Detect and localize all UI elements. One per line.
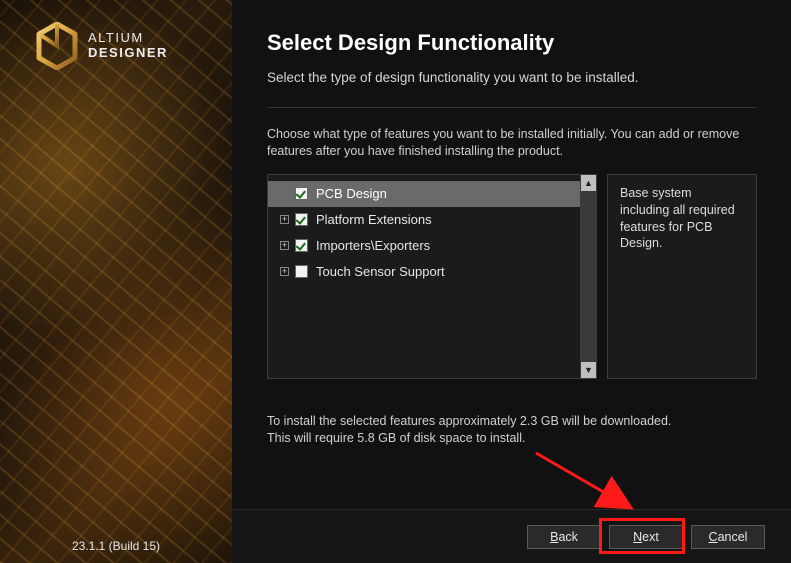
altium-logo-icon <box>36 22 78 70</box>
disk-size-text: This will require 5.8 GB of disk space t… <box>267 430 757 447</box>
feature-label: PCB Design <box>314 186 580 201</box>
version-label: 23.1.1 (Build 15) <box>0 539 232 553</box>
install-size-info: To install the selected features approxi… <box>267 413 757 447</box>
feature-area: PCB Design + Platform Extensions + Importers… <box>267 174 757 379</box>
page-subtitle: Select the type of design functionality … <box>267 70 757 85</box>
feature-row[interactable]: PCB Design <box>268 181 580 207</box>
content-area: Select Design Functionality Select the t… <box>233 0 791 509</box>
feature-label: Platform Extensions <box>314 212 580 227</box>
divider <box>267 107 757 108</box>
feature-description-text: Base system including all required featu… <box>620 186 735 251</box>
feature-checkbox[interactable] <box>295 265 308 278</box>
scroll-track[interactable] <box>581 191 596 362</box>
feature-tree[interactable]: PCB Design + Platform Extensions + Importers… <box>268 175 580 378</box>
feature-tree-scrollbar[interactable]: ▲ ▼ <box>580 175 596 378</box>
wizard-footer: Back Next Cancel <box>233 509 791 563</box>
expand-icon[interactable]: + <box>280 215 289 224</box>
feature-row[interactable]: + Importers\Exporters <box>268 233 580 259</box>
feature-tree-container: PCB Design + Platform Extensions + Importers… <box>267 174 597 379</box>
main-panel: Select Design Functionality Select the t… <box>233 0 791 563</box>
brand-text: ALTIUM DESIGNER <box>88 31 168 61</box>
download-size-text: To install the selected features approxi… <box>267 413 757 430</box>
back-button[interactable]: Back <box>527 525 601 549</box>
expand-icon[interactable]: + <box>280 267 289 276</box>
scroll-up-button[interactable]: ▲ <box>581 175 596 191</box>
page-title: Select Design Functionality <box>267 30 757 56</box>
feature-label: Touch Sensor Support <box>314 264 580 279</box>
expand-icon[interactable]: + <box>280 241 289 250</box>
brand-line1: ALTIUM <box>88 31 168 46</box>
feature-description-panel: Base system including all required featu… <box>607 174 757 379</box>
cancel-button[interactable]: Cancel <box>691 525 765 549</box>
feature-checkbox[interactable] <box>295 187 308 200</box>
installer-sidebar: ALTIUM DESIGNER 23.1.1 (Build 15) <box>0 0 233 563</box>
feature-label: Importers\Exporters <box>314 238 580 253</box>
brand-line2: DESIGNER <box>88 46 168 61</box>
intro-text: Choose what type of features you want to… <box>267 126 757 160</box>
next-button[interactable]: Next <box>609 525 683 549</box>
scroll-down-button[interactable]: ▼ <box>581 362 596 378</box>
feature-checkbox[interactable] <box>295 213 308 226</box>
expand-spacer <box>280 189 289 198</box>
brand-block: ALTIUM DESIGNER <box>36 22 168 70</box>
feature-row[interactable]: + Platform Extensions <box>268 207 580 233</box>
feature-checkbox[interactable] <box>295 239 308 252</box>
feature-row[interactable]: + Touch Sensor Support <box>268 259 580 285</box>
